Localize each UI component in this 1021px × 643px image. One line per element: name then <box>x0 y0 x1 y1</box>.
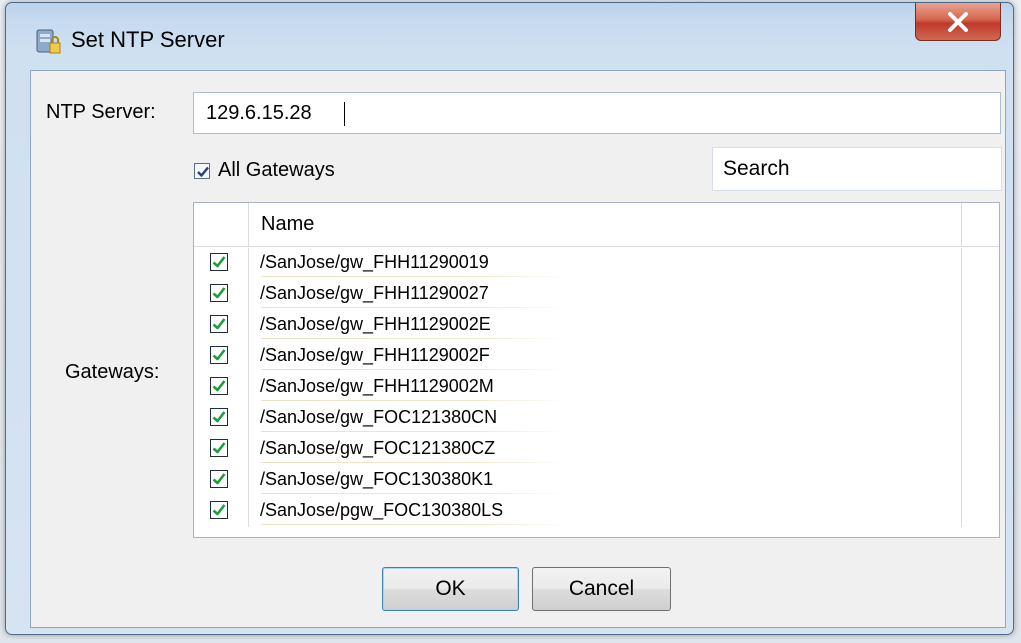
row-name: /SanJose/gw_FHH1129002F <box>249 341 962 372</box>
dialog-content: NTP Server: All Gateways Gateways: Name … <box>30 70 1006 628</box>
row-checkbox[interactable] <box>210 470 228 488</box>
row-check-cell <box>194 496 249 527</box>
row-name: /SanJose/gw_FHH11290019 <box>249 248 962 279</box>
table-row[interactable]: /SanJose/gw_FHH1129002M <box>194 372 999 403</box>
row-check-cell <box>194 310 249 341</box>
header-name-column[interactable]: Name <box>249 203 962 246</box>
row-underline <box>261 493 571 494</box>
table-row[interactable]: /SanJose/gw_FHH11290019 <box>194 248 999 279</box>
row-name: /SanJose/gw_FOC130380K1 <box>249 465 962 496</box>
checkmark-icon <box>212 504 226 516</box>
row-check-cell <box>194 372 249 403</box>
row-underline <box>261 462 571 463</box>
checkmark-icon <box>212 442 226 454</box>
row-underline <box>261 524 571 525</box>
checkmark-icon <box>212 411 226 423</box>
row-checkbox[interactable] <box>210 408 228 426</box>
all-gateways-check[interactable] <box>194 162 210 179</box>
row-checkbox[interactable] <box>210 253 228 271</box>
row-check-cell <box>194 465 249 496</box>
row-underline <box>261 307 571 308</box>
checkmark-icon <box>197 166 209 177</box>
close-icon <box>948 11 968 32</box>
row-check-cell <box>194 341 249 372</box>
checkmark-icon <box>212 380 226 392</box>
checkmark-icon <box>212 473 226 485</box>
close-button[interactable] <box>915 3 1001 41</box>
table-row[interactable]: /SanJose/gw_FOC121380CN <box>194 403 999 434</box>
row-checkbox[interactable] <box>210 377 228 395</box>
text-caret <box>344 102 345 126</box>
row-underline <box>261 369 571 370</box>
row-checkbox[interactable] <box>210 346 228 364</box>
row-name: /SanJose/gw_FHH11290027 <box>249 279 962 310</box>
cancel-button[interactable]: Cancel <box>532 567 671 611</box>
row-underline <box>261 400 571 401</box>
row-name: /SanJose/gw_FHH1129002E <box>249 310 962 341</box>
checkmark-icon <box>212 256 226 268</box>
table-row[interactable]: /SanJose/gw_FHH11290027 <box>194 279 999 310</box>
row-check-cell <box>194 403 249 434</box>
search-input[interactable] <box>712 147 1002 191</box>
header-check-column[interactable] <box>194 203 249 246</box>
row-underline <box>261 338 571 339</box>
set-ntp-server-dialog: Set NTP Server NTP Server: All Gateways … <box>5 2 1014 635</box>
all-gateways-label: All Gateways <box>218 159 335 181</box>
row-underline <box>261 431 571 432</box>
row-checkbox[interactable] <box>210 315 228 333</box>
table-body: /SanJose/gw_FHH11290019/SanJose/gw_FHH11… <box>194 248 999 527</box>
row-name: /SanJose/gw_FOC121380CN <box>249 403 962 434</box>
checkmark-icon <box>212 287 226 299</box>
table-row[interactable]: /SanJose/gw_FHH1129002F <box>194 341 999 372</box>
row-checkbox[interactable] <box>210 501 228 519</box>
table-row[interactable]: /SanJose/pgw_FOC130380LS <box>194 496 999 527</box>
checkmark-icon <box>212 349 226 361</box>
table-row[interactable]: /SanJose/gw_FOC130380K1 <box>194 465 999 496</box>
row-checkbox[interactable] <box>210 439 228 457</box>
gateways-table: Name /SanJose/gw_FHH11290019/SanJose/gw_… <box>193 202 1000 538</box>
title-bar[interactable]: Set NTP Server <box>6 3 1013 69</box>
table-row[interactable]: /SanJose/gw_FOC121380CZ <box>194 434 999 465</box>
row-name: /SanJose/gw_FHH1129002M <box>249 372 962 403</box>
row-name: /SanJose/gw_FOC121380CZ <box>249 434 962 465</box>
row-checkbox[interactable] <box>210 284 228 302</box>
row-underline <box>261 276 571 277</box>
ntp-server-label: NTP Server: <box>46 101 156 123</box>
server-lock-icon <box>36 29 61 54</box>
ok-button[interactable]: OK <box>382 567 519 611</box>
table-header: Name <box>194 203 999 247</box>
ntp-server-input[interactable] <box>193 92 1001 134</box>
row-check-cell <box>194 434 249 465</box>
dialog-title: Set NTP Server <box>71 27 225 52</box>
row-check-cell <box>194 248 249 279</box>
checkmark-icon <box>212 318 226 330</box>
row-check-cell <box>194 279 249 310</box>
all-gateways-checkbox[interactable]: All Gateways <box>194 159 335 182</box>
gateways-label: Gateways: <box>65 361 160 383</box>
row-name: /SanJose/pgw_FOC130380LS <box>249 496 962 527</box>
table-row[interactable]: /SanJose/gw_FHH1129002E <box>194 310 999 341</box>
